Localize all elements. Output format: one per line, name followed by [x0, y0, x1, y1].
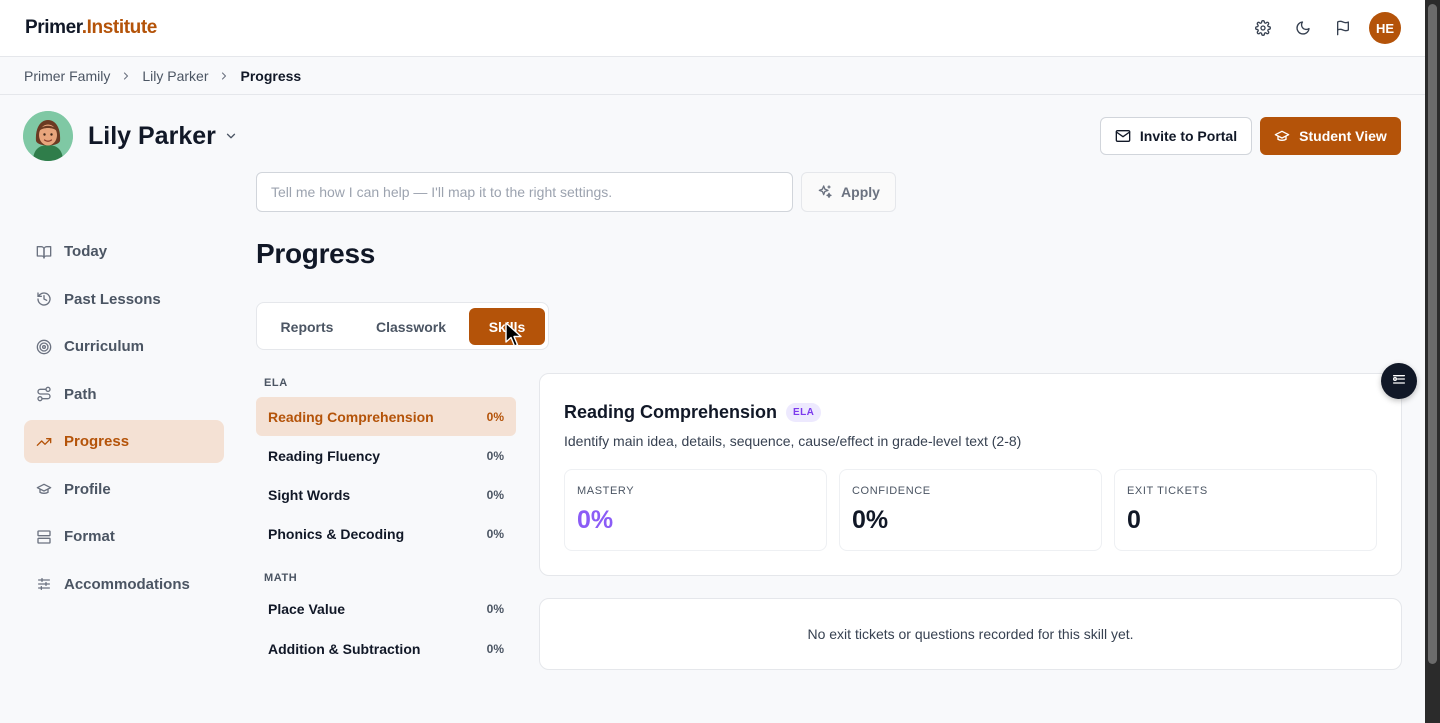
skill-percent: 0% — [486, 448, 504, 463]
skill-item[interactable]: Reading Comprehension 0% — [256, 397, 516, 436]
top-icon-group: HE — [1245, 12, 1401, 44]
skill-group-label: MATH — [264, 572, 298, 584]
stat-label: EXIT TICKETS — [1127, 485, 1208, 497]
list-filter-icon[interactable] — [1381, 363, 1417, 399]
sidebar-item-today[interactable]: Today — [24, 230, 224, 273]
route-icon — [36, 386, 52, 402]
sidebar-item-label: Past Lessons — [64, 290, 161, 308]
chevron-right-icon — [218, 70, 230, 82]
user-avatar[interactable]: HE — [1369, 12, 1401, 44]
stat-label: CONFIDENCE — [852, 485, 931, 497]
skill-item[interactable]: Phonics & Decoding 0% — [256, 514, 516, 553]
skill-percent: 0% — [486, 487, 504, 502]
skill-label: Addition & Subtraction — [268, 640, 421, 657]
student-name: Lily Parker — [88, 121, 216, 150]
sidebar-item-label: Curriculum — [64, 338, 145, 355]
stat-value: 0% — [852, 506, 889, 534]
chevron-down-icon[interactable] — [224, 129, 238, 143]
skill-description: Identify main idea, details, sequence, c… — [564, 433, 1022, 449]
skill-label: Reading Fluency — [268, 447, 381, 464]
page-title: Progress — [256, 238, 375, 269]
skill-label: Place Value — [268, 600, 346, 617]
graduation-cap-icon — [1274, 128, 1290, 144]
tab-reports[interactable]: Reports — [269, 308, 345, 345]
mouse-cursor-icon — [505, 322, 523, 348]
student-avatar — [23, 111, 73, 161]
skill-item[interactable]: Place Value 0% — [256, 589, 516, 628]
breadcrumb-current: Progress — [240, 67, 302, 84]
apply-button[interactable]: Apply — [801, 172, 896, 212]
breadcrumb-family[interactable]: Primer Family — [24, 68, 110, 84]
top-bar: Primer.Institute HE — [0, 0, 1425, 57]
sidebar-nav: Today Past Lessons Curriculum Path Progr… — [24, 230, 224, 610]
layout-icon — [36, 529, 52, 545]
skill-percent: 0% — [486, 409, 504, 424]
skill-label: Sight Words — [268, 486, 351, 503]
logo-text-primary: Primer — [25, 17, 82, 38]
moon-icon[interactable] — [1285, 12, 1321, 44]
skill-detail-card: Reading Comprehension ELA Identify main … — [539, 373, 1402, 576]
gear-icon[interactable] — [1245, 12, 1281, 44]
sidebar-item-label: Today — [64, 243, 108, 260]
subject-badge: ELA — [786, 403, 822, 422]
sidebar-item-format[interactable]: Format — [24, 515, 224, 558]
flag-icon[interactable] — [1325, 12, 1361, 44]
sparkles-icon — [817, 184, 833, 200]
student-switcher[interactable]: Lily Parker — [23, 111, 238, 161]
stat-value: 0 — [1127, 506, 1141, 534]
sidebar-item-curriculum[interactable]: Curriculum — [24, 325, 224, 368]
sidebar-item-label: Path — [64, 385, 97, 403]
skill-item[interactable]: Addition & Subtraction 0% — [256, 629, 516, 668]
breadcrumb-student[interactable]: Lily Parker — [142, 68, 208, 84]
sidebar-item-profile[interactable]: Profile — [24, 468, 224, 511]
page-scrollbar[interactable] — [1425, 0, 1440, 723]
skill-percent: 0% — [486, 601, 504, 616]
sidebar-item-label: Progress — [64, 433, 130, 450]
skills-list: ELA Reading Comprehension 0% Reading Flu… — [256, 374, 516, 668]
skill-percent: 0% — [486, 641, 504, 656]
stat-confidence: CONFIDENCE 0% — [839, 469, 1102, 551]
student-view-button[interactable]: Student View — [1260, 117, 1401, 155]
history-icon — [36, 291, 52, 307]
exit-tickets-empty-state: No exit tickets or questions recorded fo… — [539, 598, 1402, 670]
sidebar-item-path[interactable]: Path — [24, 373, 224, 416]
target-icon — [36, 339, 52, 355]
skill-item[interactable]: Sight Words 0% — [256, 475, 516, 514]
apply-label: Apply — [841, 184, 880, 200]
stat-exit-tickets: EXIT TICKETS 0 — [1114, 469, 1377, 551]
help-input[interactable] — [256, 172, 793, 212]
breadcrumb: Primer Family Lily Parker Progress — [0, 57, 1425, 95]
scrollbar-thumb[interactable] — [1428, 4, 1437, 664]
skill-label: Phonics & Decoding — [268, 525, 405, 542]
stat-label: MASTERY — [577, 485, 635, 497]
sidebar-item-past-lessons[interactable]: Past Lessons — [24, 278, 224, 321]
invite-to-portal-button[interactable]: Invite to Portal — [1100, 117, 1252, 155]
skill-label: Reading Comprehension — [268, 408, 434, 425]
sidebar-item-accommodations[interactable]: Accommodations — [24, 563, 224, 606]
skill-percent: 0% — [486, 526, 504, 541]
sidebar-item-label: Accommodations — [64, 575, 190, 593]
sidebar-item-progress[interactable]: Progress — [24, 420, 224, 463]
skill-detail-title-text: Reading Comprehension — [564, 402, 778, 422]
sidebar-item-label: Profile — [64, 480, 111, 498]
tab-classwork[interactable]: Classwork — [361, 308, 461, 345]
skill-item[interactable]: Reading Fluency 0% — [256, 436, 516, 475]
sidebar-item-label: Format — [64, 528, 115, 545]
sliders-icon — [36, 576, 52, 592]
graduation-cap-icon — [36, 481, 52, 497]
mail-icon — [1115, 128, 1131, 144]
app-logo[interactable]: Primer.Institute — [25, 17, 157, 39]
student-view-label: Student View — [1299, 128, 1387, 144]
chevron-right-icon — [120, 70, 132, 82]
trending-up-icon — [36, 434, 52, 450]
skill-group-label: ELA — [264, 377, 288, 389]
invite-to-portal-label: Invite to Portal — [1139, 128, 1238, 144]
logo-text-accent: .Institute — [81, 17, 158, 38]
book-open-icon — [36, 244, 52, 260]
skill-detail-title: Reading Comprehension ELA — [564, 402, 822, 423]
stat-mastery: MASTERY 0% — [564, 469, 827, 551]
stat-value: 0% — [577, 506, 614, 534]
